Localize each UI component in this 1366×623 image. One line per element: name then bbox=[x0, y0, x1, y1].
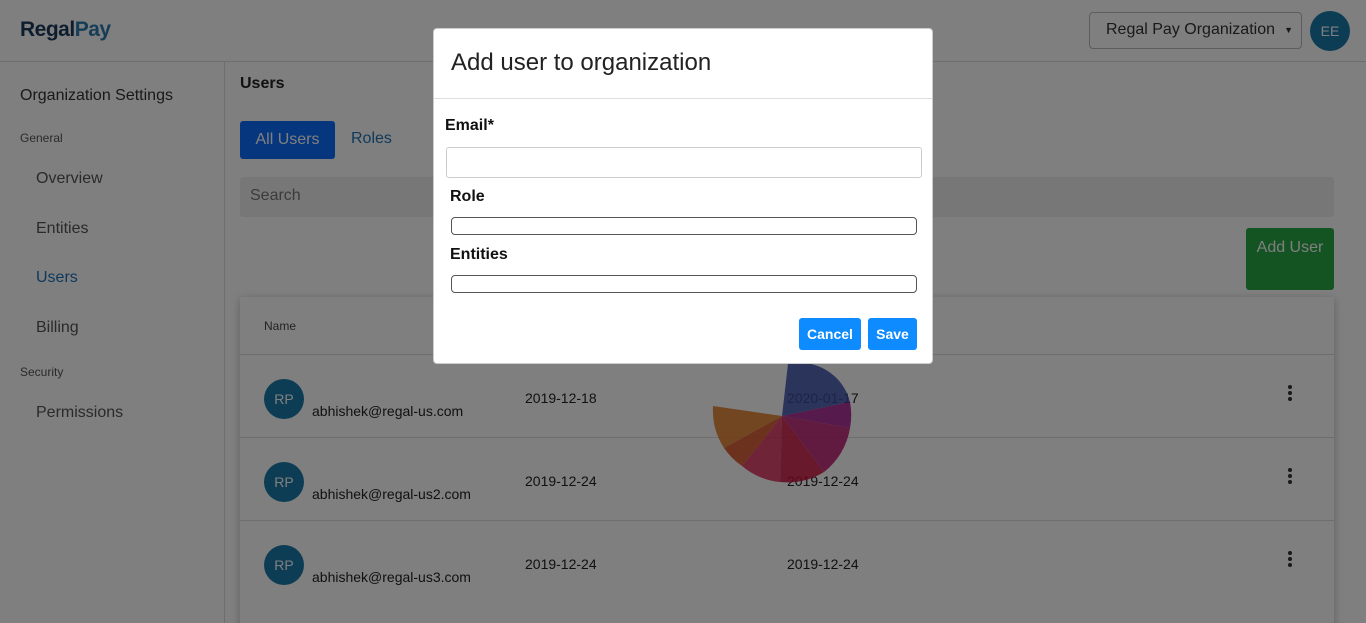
entities-label: Entities bbox=[450, 246, 508, 263]
email-field[interactable] bbox=[446, 147, 922, 178]
add-user-modal: Add user to organization Email* Role Ent… bbox=[433, 28, 933, 364]
role-label: Role bbox=[450, 188, 485, 205]
cancel-button[interactable]: Cancel bbox=[799, 318, 861, 350]
entities-select[interactable] bbox=[451, 275, 917, 293]
save-button[interactable]: Save bbox=[868, 318, 917, 350]
role-select[interactable] bbox=[451, 217, 917, 235]
email-label: Email* bbox=[445, 117, 494, 134]
modal-title: Add user to organization bbox=[434, 29, 932, 99]
